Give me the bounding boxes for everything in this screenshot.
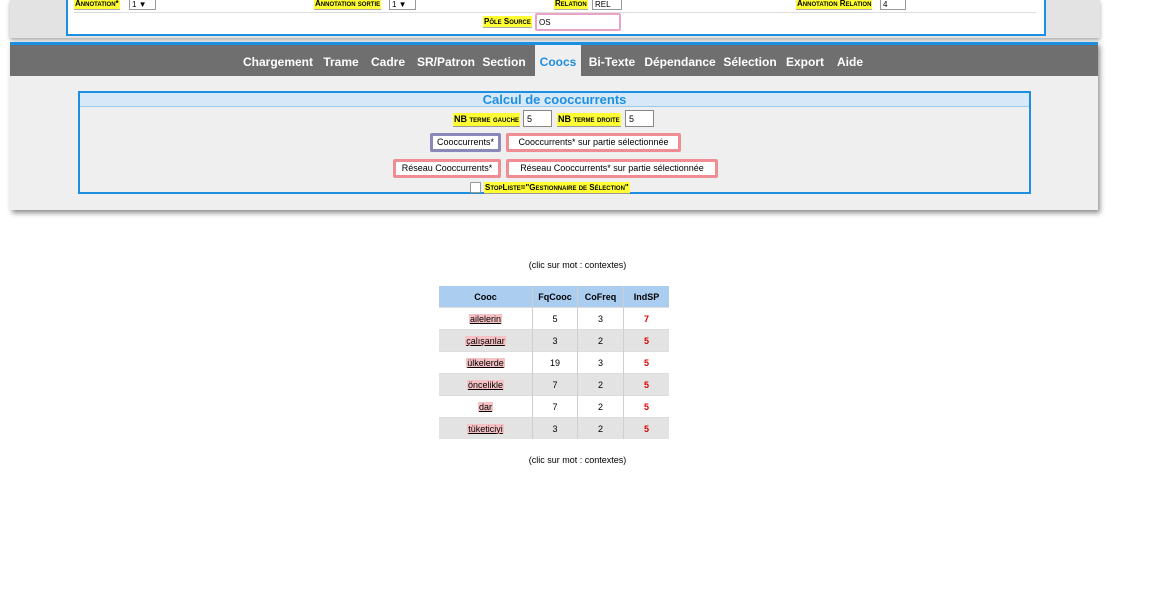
annotation-sortie-select[interactable]: 1 ▼ bbox=[389, 0, 416, 10]
column-header-cofreq: CoFreq bbox=[577, 286, 624, 308]
cooc-word-link[interactable]: ailelerin bbox=[468, 313, 503, 324]
tab-cadre[interactable]: Cadre bbox=[368, 45, 408, 76]
tab-export[interactable]: Export bbox=[784, 45, 826, 76]
pole-source-label: Pôle Source bbox=[483, 16, 532, 28]
relation-input[interactable]: REL bbox=[592, 0, 622, 10]
cofreq-cell: 2 bbox=[577, 395, 624, 418]
tab-chargement[interactable]: Chargement bbox=[241, 45, 315, 76]
tool-panel: Chargement Trame Cadre SR/Patron Section… bbox=[10, 42, 1098, 210]
column-header-indsp: IndSP bbox=[623, 286, 669, 308]
cooc-results-table: Cooc FqCooc CoFreq IndSP ailelerin 5 3 7… bbox=[439, 286, 669, 439]
reseau-cooccurrents-button[interactable]: Réseau Cooccurrents* bbox=[393, 159, 501, 178]
relation-label: Relation bbox=[554, 0, 588, 10]
column-header-fqcooc: FqCooc bbox=[532, 286, 578, 308]
table-row: ülkelerde 19 3 5 bbox=[439, 351, 669, 374]
contexts-hint-bottom: (clic sur mot : contextes) bbox=[528, 455, 627, 465]
tab-selection[interactable]: Sélection bbox=[723, 45, 777, 76]
stopliste-checkbox[interactable] bbox=[470, 182, 481, 193]
table-row: öncelikle 7 2 5 bbox=[439, 373, 669, 396]
cofreq-cell: 2 bbox=[577, 329, 624, 352]
fqcooc-cell: 7 bbox=[532, 373, 578, 396]
tab-sr-patron[interactable]: SR/Patron bbox=[414, 45, 478, 76]
fqcooc-cell: 19 bbox=[532, 351, 578, 374]
fqcooc-cell: 7 bbox=[532, 395, 578, 418]
reseau-partie-button[interactable]: Réseau Cooccurrents* sur partie sélectio… bbox=[506, 159, 718, 178]
table-row: dar 7 2 5 bbox=[439, 395, 669, 418]
fqcooc-cell: 5 bbox=[532, 307, 578, 330]
pole-source-input[interactable]: OS bbox=[535, 13, 621, 31]
annotation-sortie-label: Annotation sortie bbox=[314, 0, 382, 10]
cooccurrents-partie-button[interactable]: Cooccurrents* sur partie sélectionnée bbox=[506, 133, 681, 152]
indsp-cell: 7 bbox=[623, 307, 669, 330]
tab-dependance[interactable]: Dépendance bbox=[644, 45, 716, 76]
annotation-select[interactable]: 1 ▼ bbox=[129, 0, 156, 10]
annotation-panel: Annotation* 1 ▼ Annotation sortie 1 ▼ Re… bbox=[10, 0, 1100, 38]
tab-section[interactable]: Section bbox=[482, 45, 526, 76]
cofreq-cell: 3 bbox=[577, 307, 624, 330]
indsp-cell: 5 bbox=[623, 373, 669, 396]
nb-gauche-label: NB terme gauche bbox=[453, 113, 521, 127]
tab-aide[interactable]: Aide bbox=[835, 45, 865, 76]
annotation-relation-input[interactable]: 4 bbox=[880, 0, 906, 10]
cooc-word-link[interactable]: öncelikle bbox=[466, 379, 505, 390]
fqcooc-cell: 3 bbox=[532, 417, 578, 439]
cofreq-cell: 2 bbox=[577, 417, 624, 439]
nb-droite-label: NB terme droite bbox=[557, 113, 621, 127]
contexts-hint-top: (clic sur mot : contextes) bbox=[528, 260, 627, 270]
cooc-fieldset: Calcul de cooccurrents NB terme gauche 5… bbox=[78, 91, 1031, 194]
table-row: çalışanlar 3 2 5 bbox=[439, 329, 669, 352]
table-row: tüketiciyi 3 2 5 bbox=[439, 417, 669, 439]
cooc-title: Calcul de cooccurrents bbox=[80, 93, 1029, 107]
tab-bi-texte[interactable]: Bi-Texte bbox=[587, 45, 637, 76]
cooc-word-link[interactable]: tüketiciyi bbox=[467, 423, 504, 434]
annotation-label: Annotation* bbox=[74, 0, 120, 10]
stopliste-label: StopListe="Gestionnaire de Sélection" bbox=[484, 182, 630, 194]
indsp-cell: 5 bbox=[623, 351, 669, 374]
nb-gauche-input[interactable]: 5 bbox=[523, 110, 552, 127]
indsp-cell: 5 bbox=[623, 329, 669, 352]
indsp-cell: 5 bbox=[623, 395, 669, 418]
cooc-word-link[interactable]: ülkelerde bbox=[466, 357, 505, 368]
annotation-relation-label: Annotation Relation bbox=[796, 0, 873, 10]
annotation-form: Annotation* 1 ▼ Annotation sortie 1 ▼ Re… bbox=[66, 0, 1046, 36]
indsp-cell: 5 bbox=[623, 417, 669, 439]
fqcooc-cell: 3 bbox=[532, 329, 578, 352]
cooccurrents-button[interactable]: Cooccurrents* bbox=[430, 133, 501, 152]
column-header-cooc: Cooc bbox=[439, 286, 533, 308]
tab-trame[interactable]: Trame bbox=[319, 45, 363, 76]
cofreq-cell: 3 bbox=[577, 351, 624, 374]
table-row: ailelerin 5 3 7 bbox=[439, 307, 669, 330]
tab-bar: Chargement Trame Cadre SR/Patron Section… bbox=[10, 45, 1098, 76]
nb-droite-input[interactable]: 5 bbox=[625, 110, 654, 127]
tab-coocs[interactable]: Coocs bbox=[535, 45, 581, 76]
cofreq-cell: 2 bbox=[577, 373, 624, 396]
cooc-word-link[interactable]: dar bbox=[477, 401, 493, 412]
cooc-word-link[interactable]: çalışanlar bbox=[465, 335, 506, 346]
